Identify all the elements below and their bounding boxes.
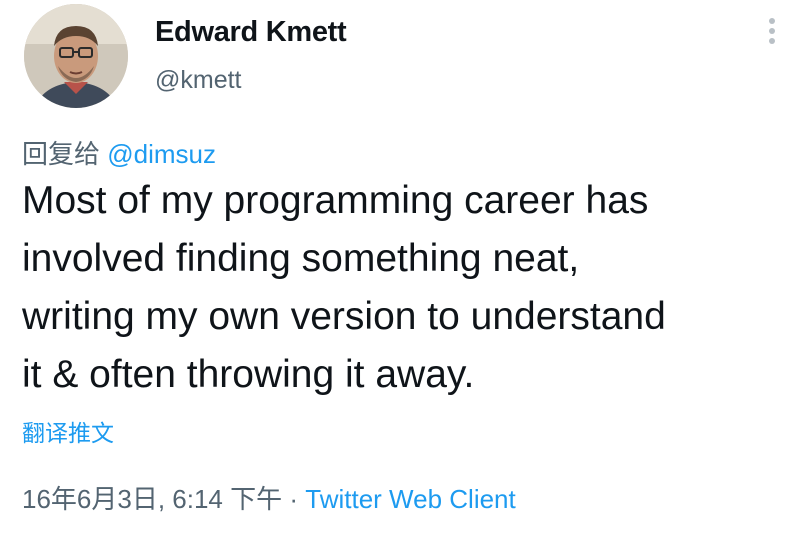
reply-context: 回复给 @dimsuz — [22, 134, 216, 171]
tweet-metadata: 16年6月3日, 6:14 下午 · Twitter Web Client — [22, 479, 516, 516]
translate-tweet-link[interactable]: 翻译推文 — [22, 414, 114, 448]
reply-prefix: 回复给 — [22, 139, 101, 169]
author-avatar[interactable] — [24, 4, 128, 108]
reply-mention-link[interactable]: @dimsuz — [107, 139, 216, 169]
tweet-text-line: Most of my programming career has — [22, 179, 649, 222]
more-options-icon[interactable] — [762, 18, 782, 52]
tweet-text: Most of my programming career has involv… — [22, 172, 792, 404]
tweet-source-link[interactable]: Twitter Web Client — [305, 484, 515, 514]
meta-separator: · — [289, 484, 299, 514]
tweet-text-line: writing my own version to understand — [22, 295, 666, 338]
avatar-photo-icon — [24, 4, 128, 108]
tweet-timestamp[interactable]: 16年6月3日, 6:14 下午 — [22, 484, 282, 514]
author-handle[interactable]: @kmett — [155, 66, 242, 95]
tweet-text-line: involved finding something neat, — [22, 237, 580, 280]
tweet-card: Edward Kmett @kmett 回复给 @dimsuz Most of … — [0, 0, 799, 535]
tweet-text-line: it & often throwing it away. — [22, 353, 475, 396]
author-name[interactable]: Edward Kmett — [155, 16, 347, 49]
